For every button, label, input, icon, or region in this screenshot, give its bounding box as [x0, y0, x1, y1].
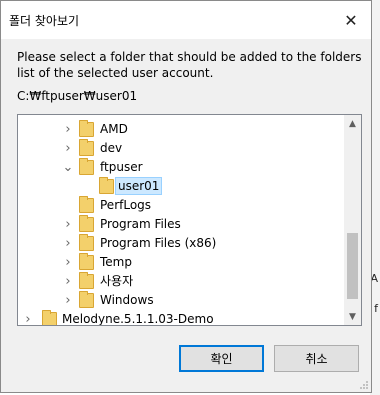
- scroll-up-icon[interactable]: ▲: [344, 115, 361, 132]
- folder-icon: [79, 215, 94, 232]
- folder-icon: [79, 272, 94, 289]
- scroll-down-icon[interactable]: ▼: [344, 308, 361, 325]
- chevron-right-icon[interactable]: ›: [62, 139, 74, 158]
- tree-item-melodyne[interactable]: › Melodyne.5.1.1.03-Demo: [18, 310, 343, 326]
- chevron-right-icon[interactable]: ›: [22, 310, 34, 325]
- tree-item-label: Melodyne.5.1.1.03-Demo: [62, 312, 214, 326]
- chevron-down-icon[interactable]: ⌄: [62, 158, 74, 177]
- tree-item-perflogs[interactable]: PerfLogs: [18, 196, 343, 215]
- tree-item-user01[interactable]: user01: [18, 177, 343, 196]
- tree-item-ftpuser[interactable]: ⌄ ftpuser: [18, 158, 343, 177]
- current-path: C:₩ftpuser₩user01: [17, 89, 138, 103]
- folder-tree[interactable]: › AMD › dev ⌄ ftpuser user01 PerfLogs ›: [17, 114, 362, 326]
- tree-item-label: ftpuser: [100, 160, 143, 174]
- tree-item-temp[interactable]: › Temp: [18, 253, 343, 272]
- tree-item-users[interactable]: › 사용자: [18, 272, 343, 291]
- tree-item-windows[interactable]: › Windows: [18, 291, 343, 310]
- tree-item-label: Temp: [100, 255, 132, 269]
- background-text-fragment: f: [374, 302, 378, 315]
- folder-icon: [79, 139, 94, 156]
- folder-icon: [79, 291, 94, 308]
- resize-grip-icon[interactable]: [359, 380, 369, 390]
- vertical-scrollbar[interactable]: ▲ ▼: [344, 115, 361, 325]
- folder-icon: [42, 310, 57, 325]
- chevron-right-icon[interactable]: ›: [62, 253, 74, 272]
- tree-item-label: AMD: [100, 122, 128, 136]
- tree-item-program-files[interactable]: › Program Files: [18, 215, 343, 234]
- tree-item-label: 사용자: [100, 274, 134, 288]
- close-button[interactable]: ✕: [337, 7, 365, 33]
- tree-item-label-selected: user01: [115, 177, 163, 195]
- browse-folder-dialog: 폴더 찾아보기 ✕ Please select a folder that sh…: [0, 0, 372, 393]
- dialog-title: 폴더 찾아보기: [9, 14, 80, 28]
- tree-item-label: Program Files: [100, 217, 181, 231]
- tree-item-label: Windows: [100, 293, 154, 307]
- folder-icon: [79, 120, 94, 137]
- folder-icon: [79, 234, 94, 251]
- chevron-right-icon[interactable]: ›: [62, 215, 74, 234]
- ok-button[interactable]: 확인: [179, 345, 264, 372]
- tree-item-label: Program Files (x86): [100, 236, 217, 250]
- chevron-right-icon[interactable]: ›: [62, 120, 74, 139]
- close-icon: ✕: [344, 10, 358, 30]
- instruction-text: Please select a folder that should be ad…: [17, 50, 362, 80]
- tree-item-program-files-x86[interactable]: › Program Files (x86): [18, 234, 343, 253]
- scrollbar-thumb[interactable]: [347, 233, 358, 299]
- tree-item-label: PerfLogs: [100, 198, 152, 212]
- chevron-right-icon[interactable]: ›: [62, 272, 74, 291]
- chevron-right-icon[interactable]: ›: [62, 234, 74, 253]
- folder-icon: [99, 177, 114, 194]
- folder-icon: [79, 253, 94, 270]
- folder-icon: [79, 196, 94, 213]
- tree-item-amd[interactable]: › AMD: [18, 120, 343, 139]
- title-bar: 폴더 찾아보기 ✕: [1, 1, 371, 39]
- tree-item-label: dev: [100, 141, 123, 155]
- cancel-button[interactable]: 취소: [274, 345, 359, 372]
- chevron-right-icon[interactable]: ›: [62, 291, 74, 310]
- folder-icon: [79, 158, 94, 175]
- tree-item-dev[interactable]: › dev: [18, 139, 343, 158]
